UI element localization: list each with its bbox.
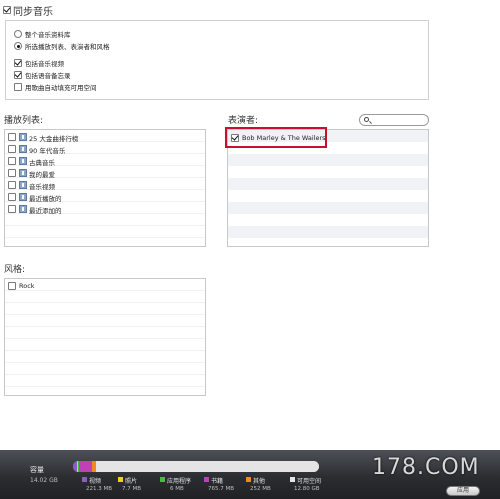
legend-size: 7.7 MB <box>122 486 142 492</box>
playlist-row[interactable]: 最近添加的 <box>5 203 205 215</box>
entire-library-radio[interactable] <box>14 30 22 38</box>
legend-name: 照片 <box>125 478 138 485</box>
highlight-box <box>225 127 327 148</box>
playlist-icon <box>19 193 27 201</box>
playlist-checkbox[interactable] <box>8 145 16 153</box>
playlist-row[interactable]: 音乐视频 <box>5 179 205 191</box>
legend-size: 765.7 MB <box>208 486 235 492</box>
playlist-icon <box>19 157 27 165</box>
autofill-checkbox[interactable] <box>14 83 22 91</box>
playlist-label: 最近播放的 <box>29 195 62 203</box>
playlist-label: 我的最爱 <box>29 171 55 179</box>
selected-items-radio[interactable] <box>14 42 22 50</box>
apply-button[interactable]: 应用 <box>446 486 480 496</box>
sync-music-checkbox[interactable] <box>3 6 11 14</box>
autofill-label: 用歌曲自动填充可用空间 <box>25 84 97 92</box>
genre-row[interactable]: Rock <box>5 280 205 292</box>
playlist-label: 古典音乐 <box>29 159 55 167</box>
include-voice-memos-checkbox[interactable] <box>14 71 22 79</box>
genre-checkbox[interactable] <box>8 282 16 290</box>
sync-music-label: 同步音乐 <box>13 7 53 18</box>
capacity-total: 14.02 GB <box>30 477 58 484</box>
playlist-checkbox[interactable] <box>8 205 16 213</box>
playlist-icon <box>19 169 27 177</box>
legend-size: 12.80 GB <box>294 486 320 492</box>
playlist-row[interactable]: 古典音乐 <box>5 155 205 167</box>
legend-swatch <box>82 477 87 482</box>
legend-name: 其他 <box>253 478 266 485</box>
legend-name: 应用程序 <box>167 478 192 485</box>
playlists-list: 25 大金曲排行榜 90 年代音乐 古典音乐 我的最爱 音乐视频 最近播放的 最… <box>4 129 206 247</box>
playlist-icon <box>19 133 27 141</box>
include-music-videos-label: 包括音乐视频 <box>25 60 64 68</box>
playlist-label: 90 年代音乐 <box>29 147 66 155</box>
legend-swatch <box>246 477 251 482</box>
legend-name: 视频 <box>89 478 102 485</box>
legend-name: 书籍 <box>211 478 224 485</box>
playlists-heading: 播放列表: <box>4 116 44 126</box>
playlist-label: 最近添加的 <box>29 207 62 215</box>
legend-size: 252 MB <box>250 486 271 492</box>
playlist-row[interactable]: 25 大金曲排行榜 <box>5 131 205 143</box>
playlist-icon <box>19 205 27 213</box>
playlist-label: 音乐视频 <box>29 183 55 191</box>
site-watermark: 178.COM <box>372 455 480 480</box>
capacity-label: 容量 <box>30 466 44 474</box>
legend-size: 221.3 MB <box>86 486 113 492</box>
search-icon <box>364 117 369 122</box>
playlist-icon <box>19 181 27 189</box>
playlist-row[interactable]: 我的最爱 <box>5 167 205 179</box>
playlist-checkbox[interactable] <box>8 133 16 141</box>
artists-heading: 表演者: <box>228 116 259 126</box>
legend-swatch <box>290 477 295 482</box>
legend-swatch <box>118 477 123 482</box>
legend-swatch <box>204 477 209 482</box>
playlist-icon <box>19 145 27 153</box>
playlist-checkbox[interactable] <box>8 157 16 165</box>
capacity-segment-books <box>79 461 92 472</box>
include-music-videos-checkbox[interactable] <box>14 59 22 67</box>
genre-label: Rock <box>19 282 35 290</box>
genres-heading: 风格: <box>4 265 26 275</box>
legend-swatch <box>160 477 165 482</box>
playlist-row[interactable]: 90 年代音乐 <box>5 143 205 155</box>
include-voice-memos-label: 包括语音备忘录 <box>25 72 71 80</box>
playlist-label: 25 大金曲排行榜 <box>29 135 79 143</box>
legend-name: 可用空间 <box>297 478 322 485</box>
playlist-row[interactable]: 最近播放的 <box>5 191 205 203</box>
playlist-checkbox[interactable] <box>8 193 16 201</box>
selected-items-label: 所选播放列表、表演者和风格 <box>25 43 110 51</box>
capacity-segment-free <box>96 461 319 472</box>
artist-search-input[interactable] <box>359 114 429 126</box>
genres-list: Rock <box>4 278 206 396</box>
entire-library-label: 整个音乐资料库 <box>25 31 71 39</box>
capacity-bar <box>73 461 319 472</box>
legend-size: 6 MB <box>170 486 184 492</box>
playlist-checkbox[interactable] <box>8 181 16 189</box>
playlist-checkbox[interactable] <box>8 169 16 177</box>
